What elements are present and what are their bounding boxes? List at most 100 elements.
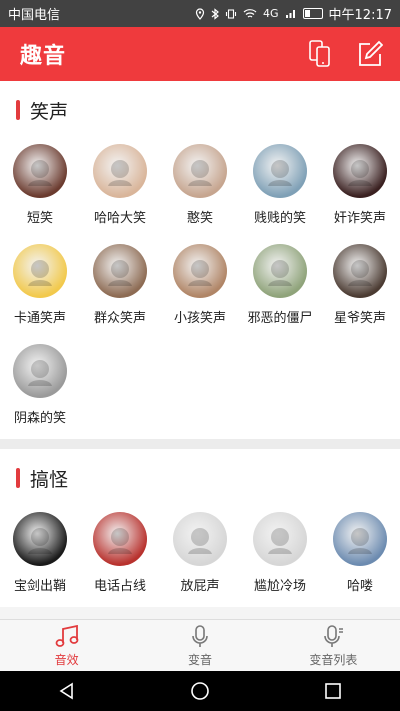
microphone-icon — [192, 624, 208, 647]
home-icon — [191, 682, 209, 700]
sound-item[interactable]: 放屁声 — [160, 507, 240, 607]
thumbnail-figure — [268, 260, 292, 286]
recents-button[interactable] — [313, 671, 353, 711]
sound-thumbnail — [333, 512, 387, 566]
sound-label: 奸诈笑声 — [333, 211, 386, 226]
thumbnail-figure — [348, 260, 372, 286]
sound-item[interactable]: 群众笑声 — [80, 239, 160, 339]
sound-label: 哈哈大笑 — [93, 211, 146, 226]
sound-item[interactable]: 星爷笑声 — [320, 239, 400, 339]
sound-thumbnail — [333, 144, 387, 198]
sound-item[interactable]: 哈喽 — [320, 507, 400, 607]
sound-item[interactable]: 电话占线 — [80, 507, 160, 607]
sound-label: 阴森的笑 — [13, 411, 66, 426]
mic-list-icon — [324, 624, 344, 647]
section-header: 搞怪 — [0, 449, 400, 507]
sound-item[interactable]: 卡通笑声 — [0, 239, 80, 339]
sound-label: 星爷笑声 — [333, 311, 386, 326]
sound-item[interactable]: 贱贱的笑 — [240, 139, 320, 239]
thumbnail-figure — [188, 528, 212, 554]
section-title: 笑声 — [30, 100, 69, 123]
app-title: 趣音 — [20, 44, 67, 69]
clock-label: 中午12:17 — [328, 8, 392, 23]
sound-label: 憨笑 — [186, 211, 213, 226]
thumbnail-figure — [28, 528, 52, 554]
sound-thumbnail — [333, 244, 387, 298]
tab-label: 音效 — [54, 652, 79, 667]
edit-icon — [359, 40, 383, 66]
bluetooth-icon — [211, 7, 219, 20]
sound-item[interactable]: 阴森的笑 — [0, 339, 80, 439]
home-button[interactable] — [180, 671, 220, 711]
sound-label: 宝剑出鞘 — [13, 579, 66, 594]
sound-thumbnail — [173, 144, 227, 198]
thumbnail-figure — [28, 160, 52, 186]
sound-item[interactable]: 宝剑出鞘 — [0, 507, 80, 607]
vibrate-icon — [225, 8, 237, 19]
recents-icon — [325, 683, 342, 699]
thumbnail-figure — [188, 260, 212, 286]
sound-thumbnail — [93, 244, 147, 298]
sound-thumbnail — [253, 244, 307, 298]
sound-grid: 宝剑出鞘 电话占线 放屁声 尴尬冷场 哈喽 — [0, 507, 400, 607]
thumbnail-figure — [108, 160, 132, 186]
back-icon — [59, 682, 73, 700]
status-bar: 中国电信 4G 中午12:17 — [0, 0, 400, 27]
sound-thumbnail — [253, 512, 307, 566]
sound-thumbnail — [93, 144, 147, 198]
sound-thumbnail — [173, 512, 227, 566]
sound-thumbnail — [13, 244, 67, 298]
battery-icon — [302, 8, 323, 19]
sound-item[interactable]: 短笑 — [0, 139, 80, 239]
thumbnail-figure — [108, 528, 132, 554]
sound-label: 哈喽 — [346, 579, 373, 594]
thumbnail-figure — [348, 160, 372, 186]
sound-label: 放屁声 — [180, 579, 220, 594]
sound-label: 群众笑声 — [93, 311, 146, 326]
location-icon — [195, 7, 205, 20]
sound-label: 卡通笑声 — [13, 311, 66, 326]
section-header: 笑声 — [0, 81, 400, 139]
back-button[interactable] — [47, 671, 87, 711]
carrier-label: 中国电信 — [8, 8, 61, 23]
sound-label: 电话占线 — [93, 579, 146, 594]
sound-item[interactable]: 尴尬冷场 — [240, 507, 320, 607]
sound-label: 尴尬冷场 — [253, 579, 306, 594]
sound-item[interactable]: 奸诈笑声 — [320, 139, 400, 239]
sound-thumbnail — [173, 244, 227, 298]
sound-label: 短笑 — [26, 211, 53, 226]
thumbnail-figure — [28, 360, 52, 386]
tab-voice-list[interactable]: 变音列表 — [267, 620, 400, 672]
section-funny: 搞怪 宝剑出鞘 电话占线 放屁声 尴尬冷场 哈喽 — [0, 449, 400, 607]
thumbnail-figure — [108, 260, 132, 286]
sound-item[interactable]: 憨笑 — [160, 139, 240, 239]
sound-thumbnail — [13, 144, 67, 198]
sound-grid: 短笑 哈哈大笑 憨笑 贱贱的笑 奸诈笑声卡通笑声 群众笑声 小孩笑声 邪恶的僵尸 星爷笑声阴森的… — [0, 139, 400, 439]
sound-label: 贱贱的笑 — [253, 211, 306, 226]
thumbnail-figure — [268, 528, 292, 554]
bottom-tab-bar: 音效 变音 变音列表 — [0, 619, 400, 672]
sound-thumbnail — [13, 344, 67, 398]
sound-item[interactable]: 小孩笑声 — [160, 239, 240, 339]
thumbnail-figure — [348, 528, 372, 554]
devices-icon — [309, 40, 330, 67]
tab-label: 变音 — [187, 652, 212, 667]
music-note-icon — [55, 624, 79, 647]
status-icons: 4G 中午12:17 — [195, 4, 392, 23]
sound-item[interactable]: 邪恶的僵尸 — [240, 239, 320, 339]
sound-list[interactable]: 笑声 短笑 哈哈大笑 憨笑 贱贱的笑 奸诈笑声卡通笑声 群众笑声 小孩笑声 邪恶的僵尸 星爷笑声… — [0, 81, 400, 619]
sound-thumbnail — [13, 512, 67, 566]
section-title: 搞怪 — [30, 468, 69, 491]
tab-sound-effects[interactable]: 音效 — [0, 620, 133, 672]
section-marker — [16, 468, 20, 488]
sound-label: 小孩笑声 — [173, 311, 226, 326]
sound-label: 邪恶的僵尸 — [247, 311, 313, 326]
tab-voice-change[interactable]: 变音 — [133, 620, 266, 672]
thumbnail-figure — [28, 260, 52, 286]
sound-thumbnail — [93, 512, 147, 566]
edit-button[interactable] — [356, 39, 384, 69]
network-type: 4G — [263, 7, 279, 20]
devices-button[interactable] — [306, 39, 334, 69]
thumbnail-figure — [188, 160, 212, 186]
sound-item[interactable]: 哈哈大笑 — [80, 139, 160, 239]
